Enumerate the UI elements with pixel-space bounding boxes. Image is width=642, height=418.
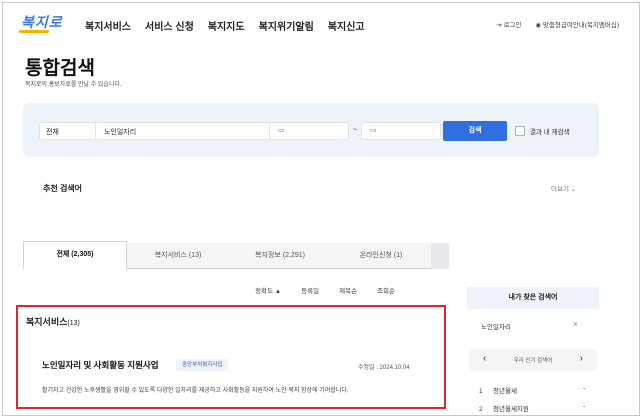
section-title: 복지서비스(13) — [26, 317, 80, 327]
search-panel: 전체 ⌄ 노인일자리 ▭ ~ ▭ 검색 결과 내 재검색 — [23, 103, 599, 157]
login-icon: ⇥ — [496, 22, 502, 29]
popular-keyword-item[interactable]: 2 청년월세지원 — [479, 403, 529, 413]
popular-keyword-item[interactable]: 1 청년월세 — [479, 385, 517, 395]
logo-swoosh-icon — [19, 30, 49, 33]
calendar-icon: ▭ — [370, 127, 377, 134]
welfare-service-results: 복지서비스(13) 노인일자리 및 사회활동 지원사업 중앙부처복지사업 수정일… — [16, 305, 446, 409]
nav-item-crisis-alert[interactable]: 복지위기알림 — [259, 18, 314, 33]
page-description: 복지로의 홍보자료를 만날 수 있습니다. — [25, 82, 122, 88]
util-links: ⇥ 로그인 ◉ 맞춤형급여안내(복지멤버십) — [496, 19, 619, 29]
rank-change-indicator: - — [583, 385, 586, 392]
main-nav: 복지서비스 서비스 신청 복지지도 복지위기알림 복지신고 — [85, 18, 365, 33]
recommended-keywords-title: 추천 검색어 — [43, 184, 83, 193]
nav-item-service-apply[interactable]: 서비스 신청 — [145, 18, 194, 33]
rank-change-indicator: - — [583, 403, 586, 410]
result-tabs: 전체 (2,305) 복지서비스 (13) 복지정보 (2,291) 온라인신청… — [23, 241, 449, 269]
user-menu-link[interactable]: ◉ 맞춤형급여안내(복지멤버십) — [535, 19, 619, 29]
section-count: (13) — [67, 320, 80, 327]
result-item-title[interactable]: 노인일자리 및 사회활동 지원사업 — [42, 359, 159, 371]
category-badge: 중앙부처복지사업 — [176, 359, 229, 371]
date-from-input[interactable]: ▭ — [269, 122, 349, 140]
tab-online-apply[interactable]: 온라인신청 (1) — [331, 243, 431, 269]
modified-date: 수정일 : 2024.10.04 — [358, 365, 410, 371]
user-icon: ◉ — [535, 22, 542, 29]
my-keyword-item[interactable]: 노인일자리 — [481, 321, 511, 331]
site-logo[interactable]: 복지로 — [21, 12, 63, 32]
page-title: 통합검색 — [25, 58, 95, 79]
sort-date[interactable]: 등록일 — [301, 285, 319, 295]
sort-options: 정확도 ▲ 등록일 제목순 조회순 — [255, 285, 395, 295]
within-results-checkbox[interactable] — [515, 126, 525, 136]
tab-all[interactable]: 전체 (2,305) — [23, 241, 127, 269]
screenshot-frame: 복지로 복지서비스 서비스 신청 복지지도 복지위기알림 복지신고 ⇥ 로그인 … — [2, 2, 640, 416]
sort-title[interactable]: 제목순 — [339, 285, 357, 295]
date-to-input[interactable]: ▭ — [361, 122, 441, 140]
close-icon[interactable]: × — [573, 320, 578, 329]
nav-item-welfare-service[interactable]: 복지서비스 — [85, 18, 131, 33]
calendar-icon: ▭ — [278, 127, 285, 134]
my-keywords-title: 내가 찾은 검색어 — [467, 287, 599, 309]
nav-item-welfare-report[interactable]: 복지신고 — [328, 18, 365, 33]
login-link[interactable]: ⇥ 로그인 — [496, 19, 521, 29]
tab-scroll-handle[interactable] — [431, 243, 449, 269]
chevron-right-icon[interactable]: › — [580, 353, 583, 364]
sort-views[interactable]: 조회순 — [377, 285, 395, 295]
tab-welfare-service[interactable]: 복지서비스 (13) — [127, 243, 229, 269]
date-separator: ~ — [353, 125, 358, 134]
popular-keywords-label: 우리 인기 검색어 — [513, 358, 553, 364]
within-results-label: 결과 내 재검색 — [530, 129, 570, 136]
sort-accuracy[interactable]: 정확도 ▲ — [255, 285, 281, 295]
recommended-more-toggle[interactable]: 더보기 ⌄ — [551, 183, 576, 193]
popular-keywords-nav: ‹ 우리 인기 검색어 › — [469, 349, 597, 371]
chevron-down-icon: ⌄ — [570, 186, 577, 193]
result-item-description: 활기차고 건강한 노후생활을 영위할 수 있도록 다양한 일자리를 제공하고 사… — [42, 388, 349, 394]
search-keyword-input[interactable]: 노인일자리 — [95, 122, 271, 140]
site-header: 복지로 복지서비스 서비스 신청 복지지도 복지위기알림 복지신고 ⇥ 로그인 … — [3, 3, 639, 43]
search-button[interactable]: 검색 — [443, 121, 507, 141]
tab-welfare-info[interactable]: 복지정보 (2,291) — [229, 243, 331, 269]
nav-item-welfare-map[interactable]: 복지지도 — [208, 18, 245, 33]
